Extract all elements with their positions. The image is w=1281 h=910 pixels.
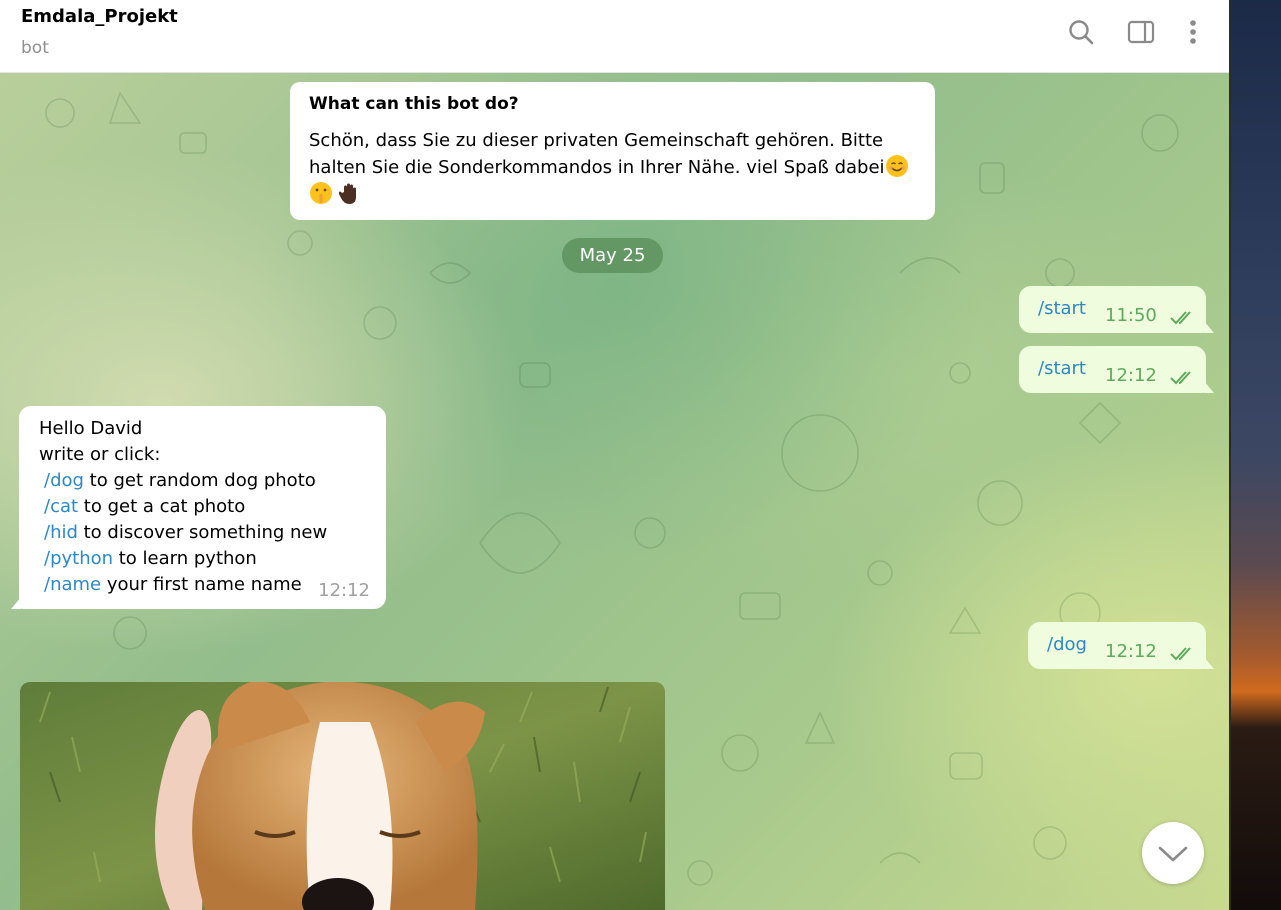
command-description: to get a cat photo [78, 496, 246, 517]
command-description: your first name name [101, 574, 302, 595]
bot-info-description: Schön, dass Sie zu dieser privaten Gemei… [309, 130, 885, 178]
message-line: /python to learn python [39, 546, 366, 572]
command-link[interactable]: /dog [1047, 634, 1087, 655]
command-link-dog[interactable]: /dog [44, 470, 84, 491]
message-line: write or click: [39, 444, 161, 465]
raised-hand-emoji [338, 183, 356, 204]
bot-info-card: What can this bot do? Schön, dass Sie zu… [290, 82, 935, 220]
command-link-hid[interactable]: /hid [44, 522, 78, 543]
shushing-face-emoji [310, 182, 332, 204]
message-line: /hid to discover something new [39, 520, 366, 546]
desktop-background-strip [1229, 0, 1281, 910]
bot-info-title: What can this bot do? [309, 94, 519, 114]
outgoing-message[interactable]: /start 11:50 [1019, 286, 1214, 333]
chat-subtitle: bot [21, 38, 49, 58]
message-time: 12:12 [318, 580, 370, 601]
command-link[interactable]: /start [1038, 358, 1086, 379]
dog-photo-image [20, 682, 665, 910]
message-line: Hello David [39, 418, 143, 439]
more-vertical-icon[interactable] [1178, 17, 1208, 47]
message-time: 11:50 [1105, 305, 1157, 326]
message-line: /name your first name name [39, 572, 366, 598]
message-time: 12:12 [1105, 641, 1157, 662]
chevron-down-icon [1158, 846, 1188, 862]
read-checkmarks-icon [1170, 647, 1191, 661]
sidebar-toggle-icon[interactable] [1126, 17, 1156, 47]
outgoing-message[interactable]: /dog 12:12 [1028, 622, 1214, 669]
chat-header: Emdala_Projekt bot [0, 0, 1229, 73]
read-checkmarks-icon [1170, 371, 1191, 385]
date-separator: May 25 [562, 238, 663, 273]
smiling-face-emoji [885, 155, 908, 177]
chat-title[interactable]: Emdala_Projekt [21, 6, 178, 27]
command-link[interactable]: /start [1038, 298, 1086, 319]
incoming-message[interactable]: Hello David write or click: /dog to get … [11, 406, 386, 609]
search-icon[interactable] [1066, 17, 1096, 47]
outgoing-message[interactable]: /start 12:12 [1019, 346, 1214, 393]
command-description: to discover something new [77, 522, 328, 543]
command-link-name[interactable]: /name [44, 574, 101, 595]
chat-area[interactable]: What can this bot do? Schön, dass Sie zu… [0, 73, 1229, 910]
command-link-python[interactable]: /python [44, 548, 113, 569]
message-time: 12:12 [1105, 365, 1157, 386]
dog-photo[interactable] [20, 682, 665, 910]
read-checkmarks-icon [1170, 311, 1191, 325]
scroll-down-button[interactable] [1142, 822, 1204, 884]
message-line: /cat to get a cat photo [39, 494, 366, 520]
message-line: /dog to get random dog photo [39, 468, 366, 494]
bot-info-text: Schön, dass Sie zu dieser privaten Gemei… [309, 128, 916, 208]
command-description: to learn python [113, 548, 257, 569]
command-link-cat[interactable]: /cat [44, 496, 78, 517]
command-description: to get random dog photo [83, 470, 316, 491]
